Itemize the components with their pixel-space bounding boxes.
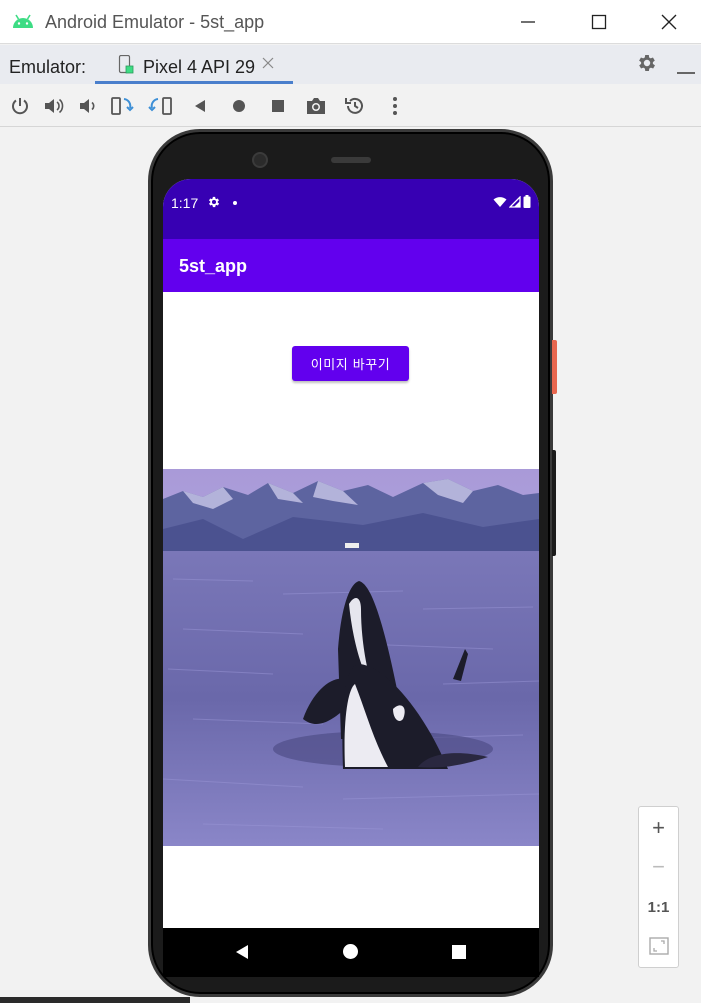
close-window-button[interactable] [654,8,684,36]
zoom-panel: + − 1:1 [638,806,679,968]
window-title: Android Emulator - 5st_app [45,12,265,32]
battery-icon [523,195,531,208]
gear-icon[interactable] [636,52,658,79]
phone-screen: 1:17 5st_app 이미지 바꾸기 [163,179,539,977]
zoom-out-button[interactable]: − [639,848,678,886]
maximize-button[interactable] [584,8,614,36]
nav-recents-icon[interactable] [452,945,466,959]
screenshot-icon[interactable] [304,94,328,118]
device-icon [118,54,134,80]
volume-down-icon[interactable] [76,94,100,118]
front-camera [252,152,268,168]
app-title: 5st_app [179,256,248,276]
zoom-1to1-button[interactable]: 1:1 [639,888,678,926]
app-bar: 5st_app [163,239,539,292]
taskbar-edge [0,997,190,1003]
earpiece-speaker [331,157,371,163]
emulator-label: Emulator: [9,57,87,77]
more-icon[interactable] [383,94,407,118]
home-icon[interactable] [227,94,251,118]
orca-photo [163,469,539,846]
change-image-button[interactable]: 이미지 바꾸기 [292,346,409,381]
power-icon[interactable] [8,94,32,118]
wifi-icon [493,196,507,207]
volume-up-icon[interactable] [42,94,66,118]
minimize-icon [521,21,535,23]
status-bar: 1:17 [163,179,539,239]
close-tab-icon[interactable] [262,56,274,74]
volume-side-button[interactable] [552,450,556,556]
dot-icon [233,201,237,205]
rotate-right-icon[interactable] [148,94,174,118]
status-icons [493,195,531,208]
zoom-in-button[interactable]: + [639,809,678,847]
nav-back-icon[interactable] [235,944,249,965]
maximize-icon [591,14,607,30]
back-icon[interactable] [188,94,212,118]
fit-screen-button[interactable] [639,927,678,965]
tab-pixel-4-api-29[interactable]: Pixel 4 API 29 [95,45,293,84]
signal-icon [509,195,521,208]
fit-screen-icon [648,937,669,955]
tab-label: Pixel 4 API 29 [143,57,256,77]
emulator-tab-row: Emulator: Pixel 4 API 29 [0,45,701,84]
snapshot-icon[interactable] [343,94,367,118]
android-icon [11,13,35,34]
settings-icon [207,195,221,214]
window-titlebar: Android Emulator - 5st_app [0,0,701,44]
navigation-bar [163,928,539,977]
emulator-toolbar [0,84,701,127]
overview-icon[interactable] [266,94,290,118]
nav-home-icon[interactable] [343,944,358,959]
minimize-button[interactable] [513,8,543,36]
rotate-left-icon[interactable] [110,94,136,118]
close-icon [661,14,677,30]
status-time: 1:17 [171,195,199,211]
power-side-button[interactable] [552,340,557,394]
minus-icon[interactable] [676,62,696,80]
